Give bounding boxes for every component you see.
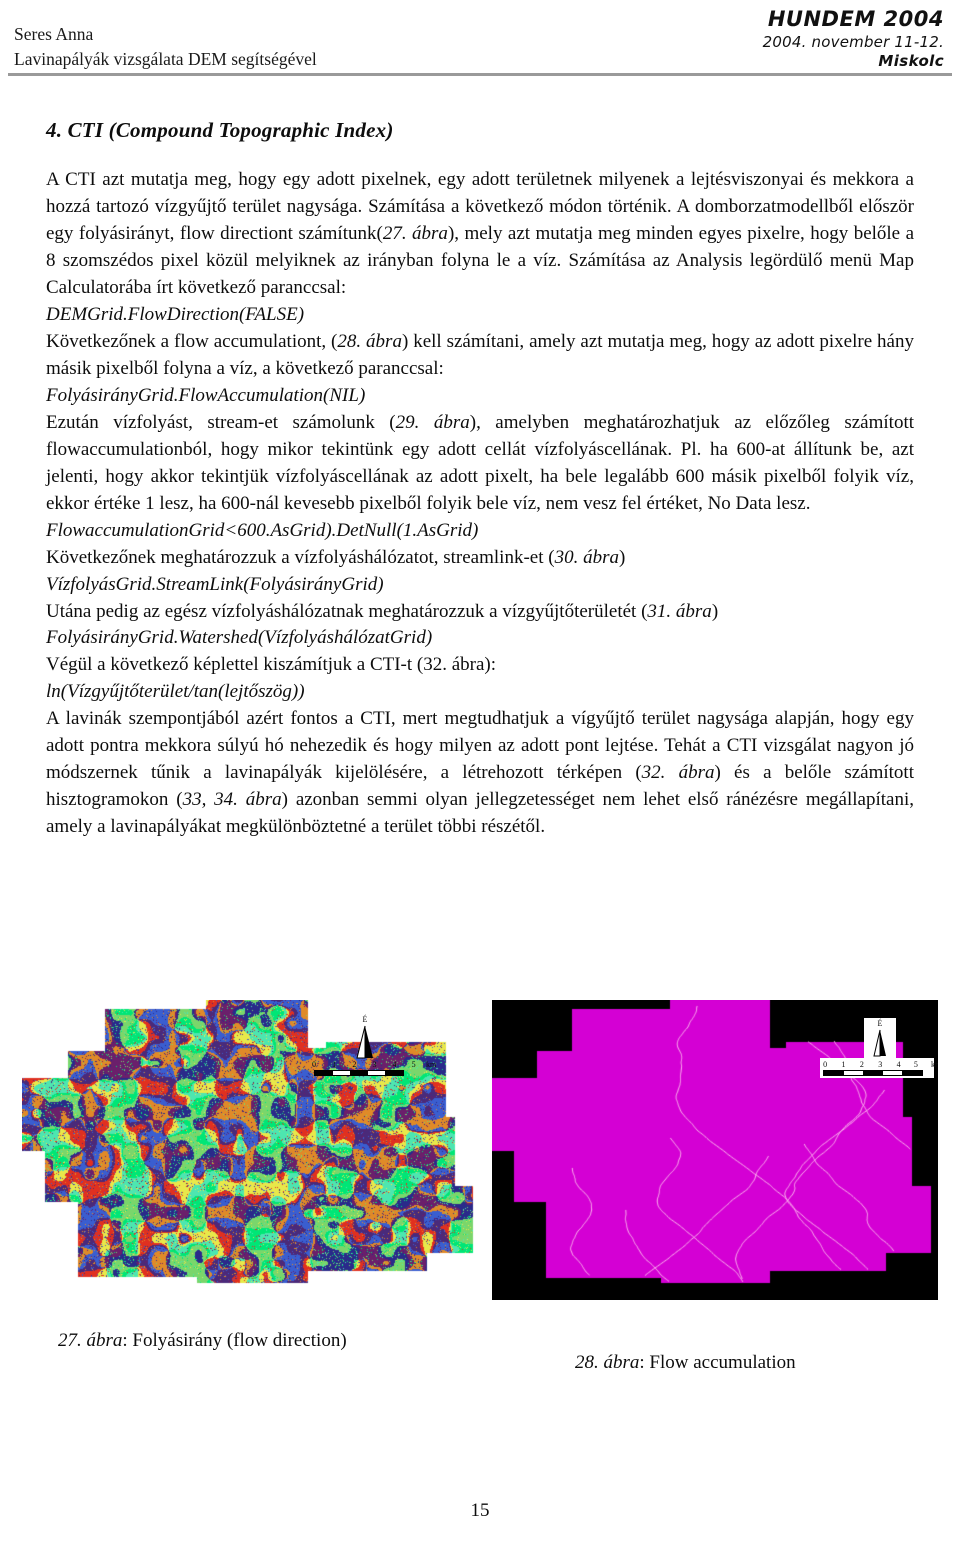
north-label-right: É xyxy=(877,1019,883,1028)
north-arrow-right: É xyxy=(864,1018,896,1063)
figref-31: 31. ábra xyxy=(647,600,712,622)
scale-seg xyxy=(385,1071,403,1075)
header-subtitle: Lavinapályák vizsgálata DEM segítségével xyxy=(14,49,317,70)
figref-27: 27. ábra xyxy=(382,222,448,244)
scale-bar-left-graphic xyxy=(314,1070,404,1076)
caption-figure-27: 27. ábra: Folyásirány (flow direction) xyxy=(58,1330,347,1352)
scale-bar-right-labels: 0 1 2 3 4 5 km xyxy=(823,1060,938,1070)
scale-tick-1: 1 xyxy=(332,1060,337,1069)
header-author: Seres Anna xyxy=(14,24,94,44)
scale-seg xyxy=(843,1071,864,1075)
code-streamlink: VízfolyásGrid.StreamLink(FolyásirányGrid… xyxy=(46,573,384,595)
figref-32: 32. ábra xyxy=(641,762,715,784)
paragraph-6: Végül a következő képlettel kiszámítjuk … xyxy=(46,654,497,676)
paragraph-4: Következőnek meghatározzuk a vízfolyáshá… xyxy=(46,545,914,572)
scale-tick-5: 5 xyxy=(411,1060,416,1069)
header-divider xyxy=(8,73,952,76)
page-number: 15 xyxy=(470,1500,490,1521)
scale-unit-left: km xyxy=(426,1060,437,1069)
caption-figure-28: 28. ábra: Flow accumulation xyxy=(575,1352,796,1374)
scale-bar-right: 0 1 2 3 4 5 km xyxy=(820,1058,938,1078)
paragraph-1: A CTI azt mutatja meg, hogy egy adott pi… xyxy=(46,167,914,302)
scale-tick-3: 3 xyxy=(372,1060,377,1069)
scale-tick-0: 0 xyxy=(312,1060,316,1069)
scale-tick-0: 0 xyxy=(823,1060,828,1069)
code-watershed: FolyásirányGrid.Watershed(Vízfolyáshálóz… xyxy=(46,627,433,649)
document-body: 4. CTI (Compound Topographic Index) A CT… xyxy=(46,118,914,841)
figure-27-flow-direction: É 0 1 2 3 4 5 km xyxy=(22,1000,482,1300)
scale-bar-left-labels: 0 1 2 3 4 5 km xyxy=(312,1060,436,1070)
conference-title: HUNDEM 2004 xyxy=(767,7,944,31)
par5-part-a: Utána pedig az egész vízfolyáshálózatnak… xyxy=(46,600,648,622)
paragraph-3: Ezután vízfolyást, stream-et számolunk (… xyxy=(46,410,914,518)
paragraph-5: Utána pedig az egész vízfolyáshálózatnak… xyxy=(46,599,914,626)
page-header: Seres Anna Lavinapályák vizsgálata DEM s… xyxy=(0,0,960,78)
par4-part-a: Következőnek meghatározzuk a vízfolyáshá… xyxy=(46,546,555,568)
par2-part-a: Következőnek a flow accumulationt, ( xyxy=(46,330,338,352)
scale-seg xyxy=(902,1071,922,1075)
caption-27-text: : Folyásirány (flow direction) xyxy=(122,1330,347,1351)
scale-seg xyxy=(882,1071,903,1075)
scale-tick-1: 1 xyxy=(841,1060,846,1069)
figref-33-34: 33, 34. ábra xyxy=(182,789,282,811)
scale-bar-left: 0 1 2 3 4 5 km xyxy=(312,1060,436,1076)
north-arrow-left: É xyxy=(348,1016,382,1063)
paragraph-2: Következőnek a flow accumulationt, (28. … xyxy=(46,329,914,383)
scale-tick-5: 5 xyxy=(913,1060,918,1069)
par5-part-b: ) xyxy=(711,600,719,622)
scale-tick-2: 2 xyxy=(352,1060,357,1069)
figure-28-flow-accumulation: É 0 1 2 3 4 5 km xyxy=(492,1000,938,1300)
scale-seg xyxy=(824,1071,844,1075)
code-flowdirection: DEMGrid.FlowDirection(FALSE) xyxy=(46,303,305,325)
scale-bar-right-graphic xyxy=(823,1070,923,1076)
north-arrow-icon xyxy=(356,1025,373,1059)
header-left-block: Seres Anna Lavinapályák vizsgálata DEM s… xyxy=(14,22,317,73)
scale-seg xyxy=(332,1071,351,1075)
scale-tick-4: 4 xyxy=(392,1060,397,1069)
caption-28-text: : Flow accumulation xyxy=(639,1352,796,1373)
scale-tick-4: 4 xyxy=(896,1060,901,1069)
figure-area: É 0 1 2 3 4 5 km É 0 1 2 3 4 5 k xyxy=(0,1000,960,1300)
scale-unit-right: km xyxy=(931,1060,938,1069)
figref-28: 28. ábra xyxy=(337,330,402,352)
flow-direction-map-canvas xyxy=(22,1000,482,1300)
north-arrow-icon xyxy=(873,1029,886,1057)
scale-seg xyxy=(367,1071,386,1075)
caption-28-number: 28. ábra xyxy=(575,1352,640,1373)
code-cti-formula: ln(Vízgyűjtőterület/tan(lejtőszög)) xyxy=(46,681,305,703)
header-right-block: HUNDEM 2004 2004. november 11-12. Miskol… xyxy=(763,6,944,71)
scale-tick-2: 2 xyxy=(859,1060,864,1069)
par3-part-a: Ezután vízfolyást, stream-et számolunk ( xyxy=(46,411,396,433)
conference-date: 2004. november 11-12. xyxy=(762,32,944,51)
north-label-left: É xyxy=(362,1015,368,1024)
conference-place: Miskolc xyxy=(878,52,944,71)
caption-27-number: 27. ábra xyxy=(58,1330,123,1351)
code-flowaccumulation: FolyásirányGrid.FlowAccumulation(NIL) xyxy=(46,384,366,406)
figref-29: 29. ábra xyxy=(395,411,470,433)
scale-seg xyxy=(863,1071,883,1075)
scale-seg xyxy=(350,1071,368,1075)
scale-seg xyxy=(315,1071,333,1075)
page-title: 4. CTI (Compound Topographic Index) xyxy=(46,118,394,142)
paragraph-7: A lavinák szempontjából azért fontos a C… xyxy=(46,706,914,841)
code-detnull: FlowaccumulationGrid<600.AsGrid).DetNull… xyxy=(46,519,479,541)
par4-part-b: ) xyxy=(618,546,626,568)
figref-30: 30. ábra xyxy=(554,546,619,568)
scale-tick-3: 3 xyxy=(878,1060,883,1069)
